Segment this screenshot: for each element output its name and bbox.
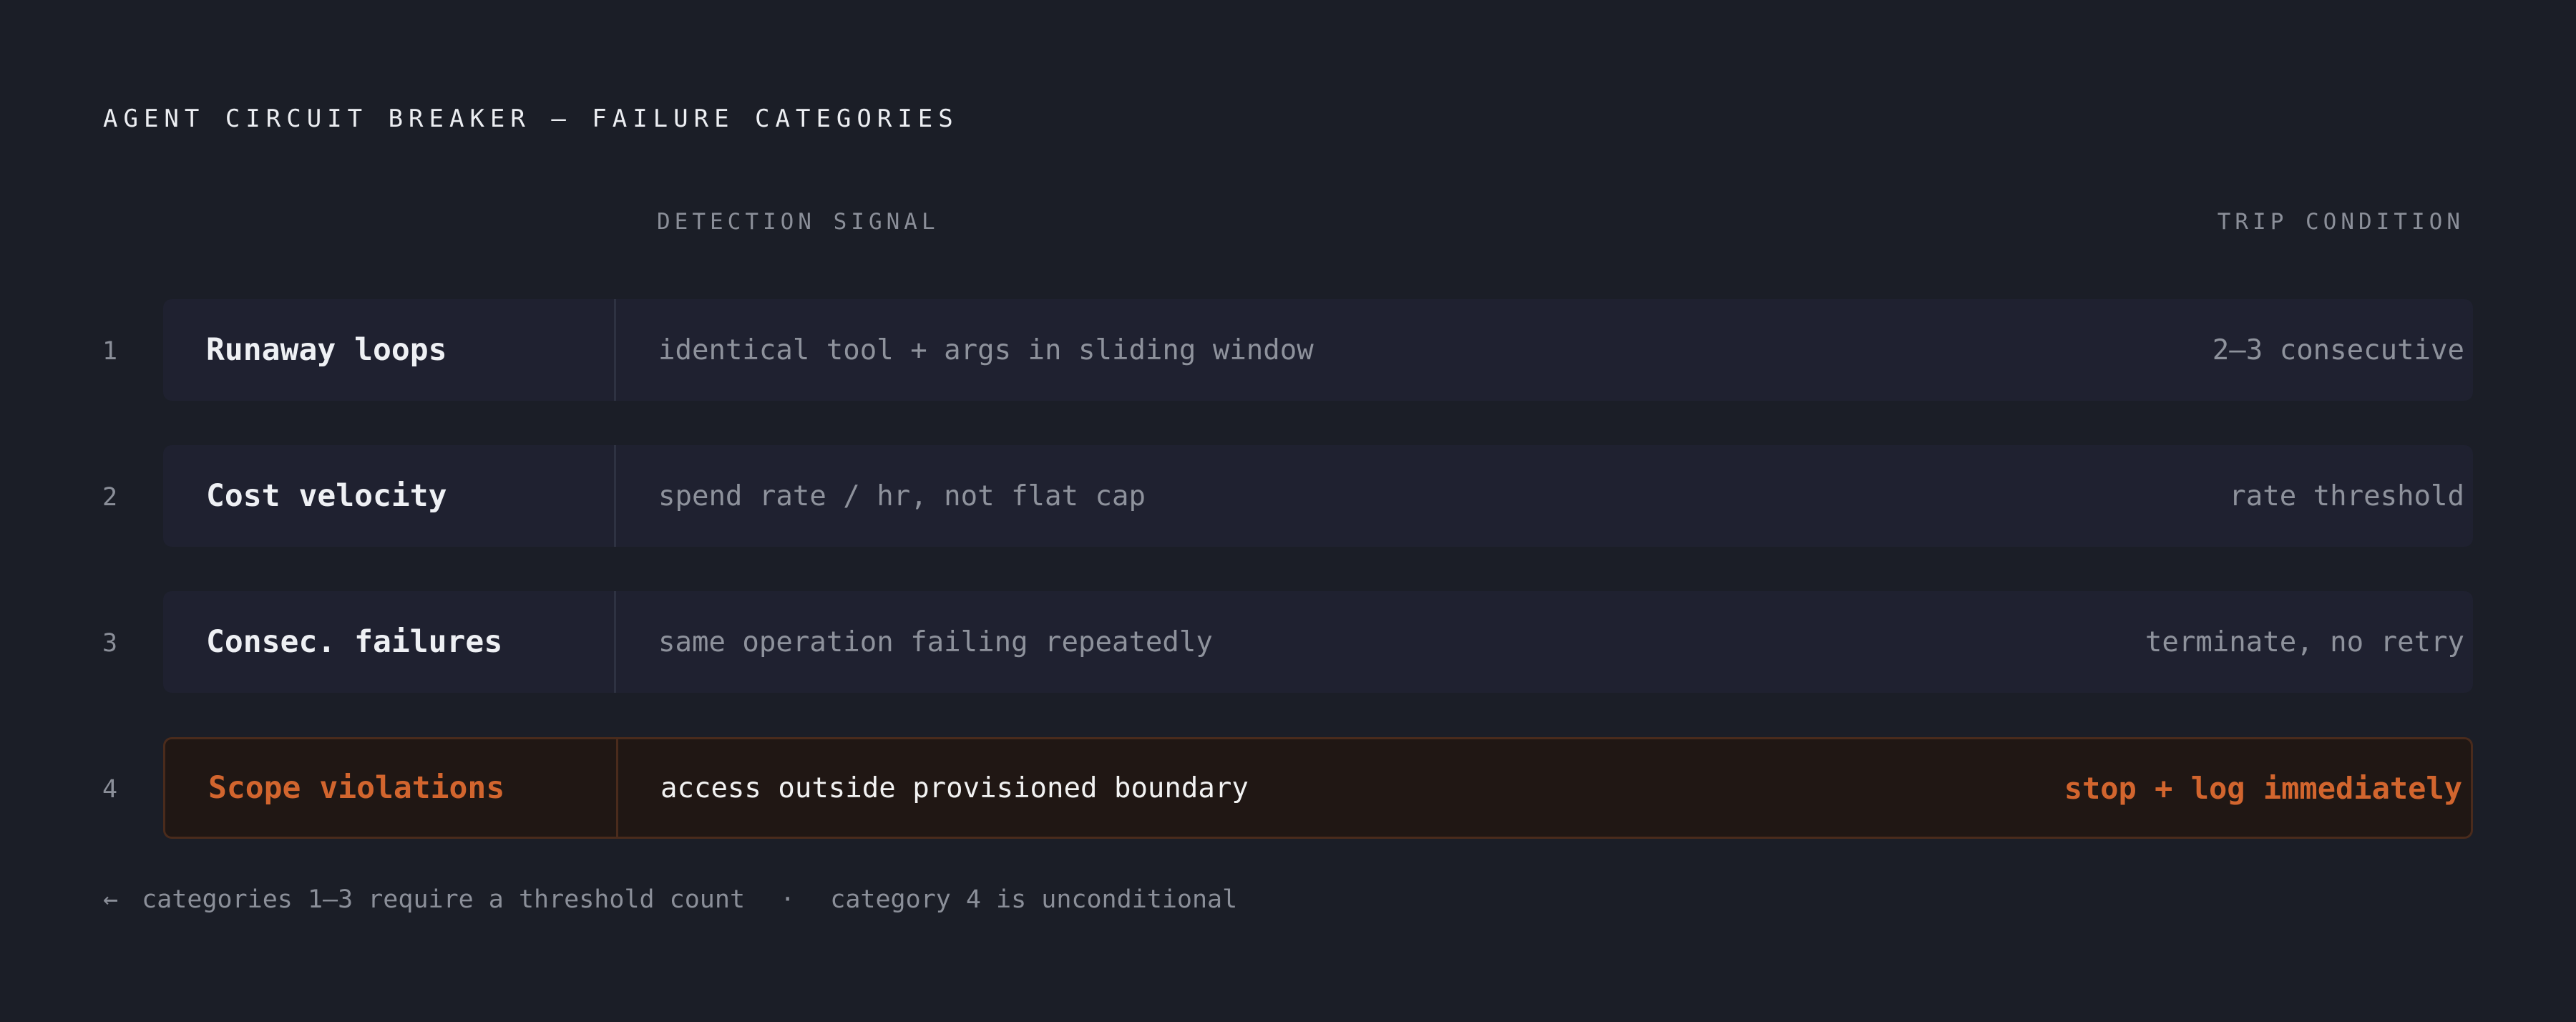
- left-arrow-icon: ←: [103, 885, 119, 914]
- diagram-title: AGENT CIRCUIT BREAKER — FAILURE CATEGORI…: [103, 104, 959, 133]
- row-number: 4: [102, 775, 118, 804]
- row-divider: [614, 591, 616, 693]
- row-number: 2: [102, 483, 118, 512]
- footnote-threshold-text: categories 1–3 require a threshold count: [142, 885, 746, 914]
- row-divider: [614, 299, 616, 401]
- trip-condition: stop + log immediately: [2064, 770, 2462, 806]
- detection-signal: access outside provisioned boundary: [660, 772, 1249, 804]
- row-number: 1: [102, 337, 118, 366]
- detection-signal: spend rate / hr, not flat cap: [658, 480, 1146, 512]
- row-divider: [616, 739, 618, 837]
- category-name: Runaway loops: [206, 332, 447, 368]
- category-name: Cost velocity: [206, 478, 447, 514]
- column-header-detection-signal: DETECTION SIGNAL: [657, 209, 940, 235]
- detection-signal: identical tool + args in sliding window: [658, 334, 1314, 366]
- category-name: Scope violations: [208, 770, 505, 806]
- category-row-consecutive-failures: Consec. failures same operation failing …: [163, 591, 2473, 693]
- category-row-cost-velocity: Cost velocity spend rate / hr, not flat …: [163, 445, 2473, 547]
- category-name: Consec. failures: [206, 624, 503, 660]
- trip-condition: 2–3 consecutive: [2212, 334, 2464, 366]
- category-row-scope-violations: Scope violations access outside provisio…: [163, 737, 2473, 839]
- category-row-runaway-loops: Runaway loops identical tool + args in s…: [163, 299, 2473, 401]
- trip-condition: rate threshold: [2229, 480, 2464, 512]
- column-header-trip-condition: TRIP CONDITION: [2217, 209, 2464, 235]
- footnote: ← categories 1–3 require a threshold cou…: [103, 885, 1237, 914]
- row-divider: [614, 445, 616, 547]
- footnote-separator: ·: [780, 885, 796, 914]
- row-number: 3: [102, 629, 118, 658]
- trip-condition: terminate, no retry: [2145, 626, 2464, 658]
- footnote-unconditional-text: category 4 is unconditional: [830, 885, 1238, 914]
- detection-signal: same operation failing repeatedly: [658, 626, 1213, 658]
